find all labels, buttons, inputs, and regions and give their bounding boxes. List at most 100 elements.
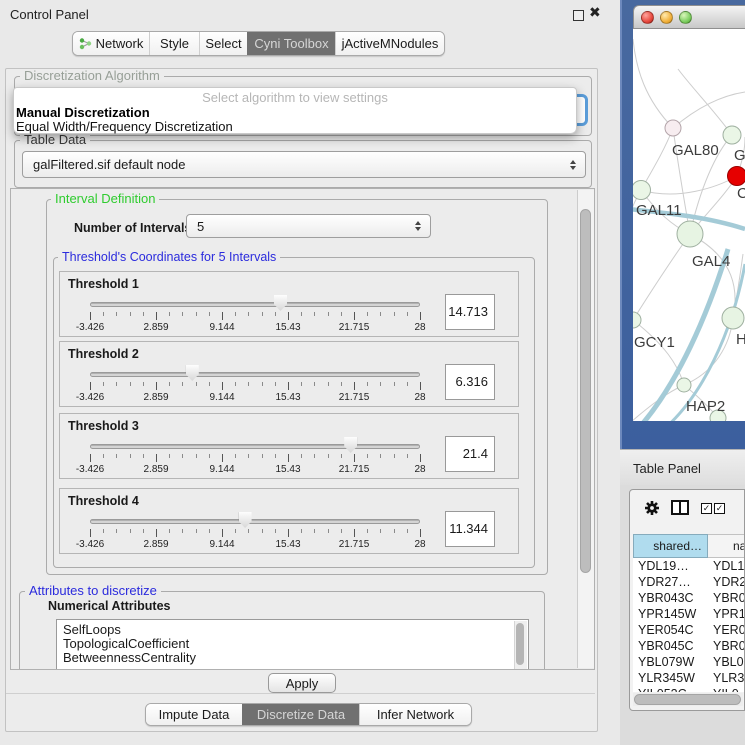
- slider-tick: [248, 454, 249, 458]
- table-row[interactable]: YER054CYER0: [633, 622, 745, 638]
- tab-select[interactable]: Select: [199, 32, 247, 55]
- network-node-gal80[interactable]: [665, 120, 681, 136]
- slider-tick: [262, 454, 263, 458]
- attribute-item[interactable]: TopologicalCoefficient: [57, 637, 528, 651]
- tab-cyni-toolbox[interactable]: Cyni Toolbox: [247, 32, 335, 55]
- cell-shared-name: YBR043C: [638, 590, 694, 606]
- slider-tick: [341, 312, 342, 316]
- table-row[interactable]: YDL19…YDL1: [633, 558, 745, 574]
- slider-tick: [143, 382, 144, 386]
- slider-tick: [116, 382, 117, 386]
- list-scrollbar[interactable]: [514, 621, 527, 670]
- network-node-c[interactable]: [728, 167, 745, 186]
- slider-tick: [275, 454, 276, 458]
- zoom-traffic-light-icon[interactable]: [679, 11, 692, 24]
- cell-name: YDR2: [713, 574, 745, 590]
- split-columns-icon[interactable]: [671, 500, 689, 515]
- slider-thumb[interactable]: [186, 365, 199, 381]
- dropdown-option-manual-discretization[interactable]: Manual Discretization: [16, 105, 150, 120]
- slider-tick: [314, 382, 315, 386]
- slider-ticks: [90, 312, 420, 321]
- slider-tick: [196, 529, 197, 533]
- table-row[interactable]: YBR043CYBR0: [633, 590, 745, 606]
- settings-scrollbar[interactable]: [577, 190, 595, 668]
- network-edge: [633, 39, 673, 128]
- table-row[interactable]: YDR27…YDR2: [633, 574, 745, 590]
- dropdown-option-equal-width-frequency[interactable]: Equal Width/Frequency Discretization: [16, 119, 233, 134]
- slider-thumb[interactable]: [344, 437, 357, 453]
- slider-tick: [380, 529, 381, 533]
- threshold-value-field[interactable]: 14.713: [445, 294, 495, 330]
- tab-label: Discretize Data: [257, 707, 345, 722]
- tab-impute-data[interactable]: Impute Data: [146, 704, 242, 725]
- table-row[interactable]: YLR345WYLR3: [633, 670, 745, 686]
- attribute-item[interactable]: SelfLoops: [57, 623, 528, 637]
- slider-tick: [328, 529, 329, 533]
- checkbox-checked-icon[interactable]: ✓: [701, 503, 712, 514]
- slider-tick-label: 21.715: [339, 392, 370, 403]
- slider-tick: [301, 454, 302, 458]
- table-row[interactable]: YBR045CYBR0: [633, 638, 745, 654]
- tab-label: Impute Data: [159, 707, 230, 722]
- tab-style[interactable]: Style: [149, 32, 199, 55]
- slider-tick: [314, 529, 315, 533]
- number-of-intervals-combobox[interactable]: 5: [186, 214, 431, 238]
- cell-shared-name: YDL19…: [638, 558, 689, 574]
- table-horizontal-scrollbar[interactable]: [633, 693, 743, 706]
- slider-tick-labels: -3.4262.8599.14415.4321.71528: [90, 464, 420, 476]
- gear-icon[interactable]: [644, 500, 660, 516]
- slider-tick-label: 9.144: [209, 464, 234, 475]
- slider-tick: [90, 382, 91, 390]
- attribute-item[interactable]: BetweennessCentrality: [57, 651, 528, 665]
- slider-ticks: [90, 529, 420, 538]
- network-node-hap2[interactable]: [677, 378, 691, 392]
- slider-track[interactable]: [90, 302, 420, 307]
- close-icon[interactable]: ✖: [589, 4, 601, 21]
- settings-scrollbar-thumb[interactable]: [580, 209, 591, 573]
- tab-infer-network[interactable]: Infer Network: [359, 704, 471, 725]
- list-scrollbar-thumb[interactable]: [516, 623, 524, 665]
- threshold-value-field[interactable]: 6.316: [445, 364, 495, 400]
- slider-tick: [407, 382, 408, 386]
- slider-tick-label: 15.43: [275, 464, 300, 475]
- minimize-traffic-light-icon[interactable]: [660, 11, 673, 24]
- tab-network[interactable]: Network: [73, 32, 149, 55]
- table-data-combobox[interactable]: galFiltered.sif default node: [22, 151, 586, 178]
- network-node-gal11[interactable]: [633, 181, 651, 200]
- tab-jactivemnodules[interactable]: jActiveMNodules: [335, 32, 444, 55]
- threshold-value-field[interactable]: 21.4: [445, 436, 495, 472]
- table-row[interactable]: YBL079WYBL0: [633, 654, 745, 670]
- column-header-name[interactable]: na: [708, 534, 745, 558]
- combo-stepper-icon[interactable]: [415, 221, 421, 231]
- numerical-attributes-list[interactable]: SelfLoopsTopologicalCoefficientBetweenne…: [56, 619, 529, 670]
- network-node-ga[interactable]: [723, 126, 741, 144]
- float-window-icon[interactable]: [573, 10, 584, 21]
- checkbox-checked-icon[interactable]: ✓: [714, 503, 725, 514]
- slider-tick: [248, 382, 249, 386]
- network-node-label: H: [736, 331, 745, 348]
- slider-tick: [301, 382, 302, 386]
- slider-thumb[interactable]: [239, 512, 252, 528]
- slider-track[interactable]: [90, 372, 420, 377]
- slider-thumb[interactable]: [274, 295, 287, 311]
- table-row[interactable]: YPR145WYPR1: [633, 606, 745, 622]
- table-horizontal-scrollbar-thumb[interactable]: [634, 694, 741, 705]
- threshold-value-field[interactable]: 11.344: [445, 511, 495, 547]
- apply-button[interactable]: Apply: [268, 673, 336, 693]
- slider-track[interactable]: [90, 444, 420, 449]
- cell-shared-name: YBR045C: [638, 638, 694, 654]
- close-traffic-light-icon[interactable]: [641, 11, 654, 24]
- network-window-titlebar[interactable]: [633, 5, 745, 29]
- network-canvas[interactable]: GAL80GACGAL11GAL4GCY1HHAP2: [633, 29, 745, 421]
- slider-tick: [182, 529, 183, 533]
- network-node-h[interactable]: [722, 307, 744, 329]
- network-node-gal4[interactable]: [677, 221, 703, 247]
- slider-tick: [407, 529, 408, 533]
- tab-discretize-data[interactable]: Discretize Data: [242, 704, 359, 725]
- combo-stepper-icon[interactable]: [570, 160, 576, 170]
- table-row[interactable]: YIL052CYIL0: [633, 686, 745, 692]
- slider-track[interactable]: [90, 519, 420, 524]
- column-header-shared-name[interactable]: shared…: [633, 534, 708, 558]
- slider-tick: [407, 312, 408, 316]
- slider-tick: [130, 454, 131, 458]
